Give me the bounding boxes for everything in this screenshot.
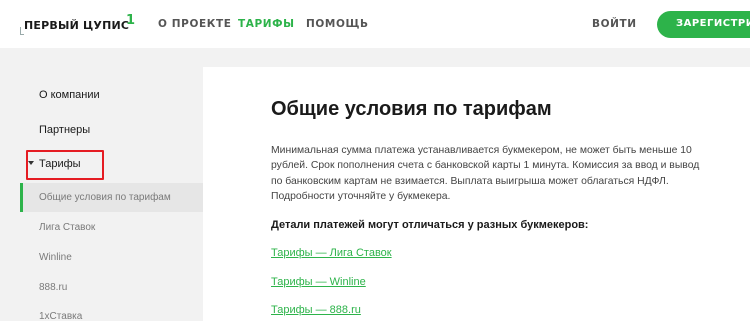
highlight-box	[26, 150, 104, 180]
sidebar-item-partners[interactable]: Партнеры	[39, 124, 90, 136]
terms-line: по банковским картам не взимается. Выпла…	[271, 175, 669, 187]
terms-paragraph: Минимальная сумма платежа устанавливаетс…	[271, 143, 721, 204]
nav-link-tariffs[interactable]: ТАРИФЫ	[238, 18, 295, 30]
terms-line: рублей. Срок пополнения счета с банковск…	[271, 160, 700, 172]
sidebar-item-about[interactable]: О компании	[39, 89, 100, 101]
nav-link-about[interactable]: О ПРОЕКТЕ	[158, 18, 231, 30]
sidebar-subitem-winline[interactable]: Winline	[39, 252, 72, 263]
logo-text: ПЕРВЫЙ ЦУПИС	[24, 19, 130, 32]
sidebar-subitem-general-terms[interactable]: Общие условия по тарифам	[39, 192, 171, 203]
login-link[interactable]: ВОЙТИ	[592, 18, 637, 30]
sidebar-subitem-liga-stavok[interactable]: Лига Ставок	[39, 222, 95, 233]
terms-line: Минимальная сумма платежа устанавливаетс…	[271, 145, 692, 156]
terms-line: Подробности уточняйте у букмекера.	[271, 190, 451, 202]
top-navigation-bar: ПЕРВЫЙ ЦУПИС 1 О ПРОЕКТЕ ТАРИФЫ ПОМОЩЬ В…	[0, 0, 750, 48]
details-heading: Детали платежей могут отличаться у разны…	[271, 219, 589, 231]
sidebar-subitem-1xstavka[interactable]: 1хСтавка	[39, 311, 82, 321]
page-title: Общие условия по тарифам	[271, 98, 552, 120]
nav-link-help[interactable]: ПОМОЩЬ	[306, 18, 369, 30]
tariff-link-888[interactable]: Тарифы — 888.ru	[271, 304, 361, 316]
logo-superscript: 1	[126, 13, 136, 28]
register-button[interactable]: ЗАРЕГИСТРИР	[657, 11, 750, 38]
active-subitem-indicator	[20, 183, 23, 212]
tariff-link-winline[interactable]: Тарифы — Winline	[271, 276, 366, 288]
sidebar-subitem-888[interactable]: 888.ru	[39, 282, 67, 293]
tariff-link-liga-stavok[interactable]: Тарифы — Лига Ставок	[271, 247, 392, 259]
